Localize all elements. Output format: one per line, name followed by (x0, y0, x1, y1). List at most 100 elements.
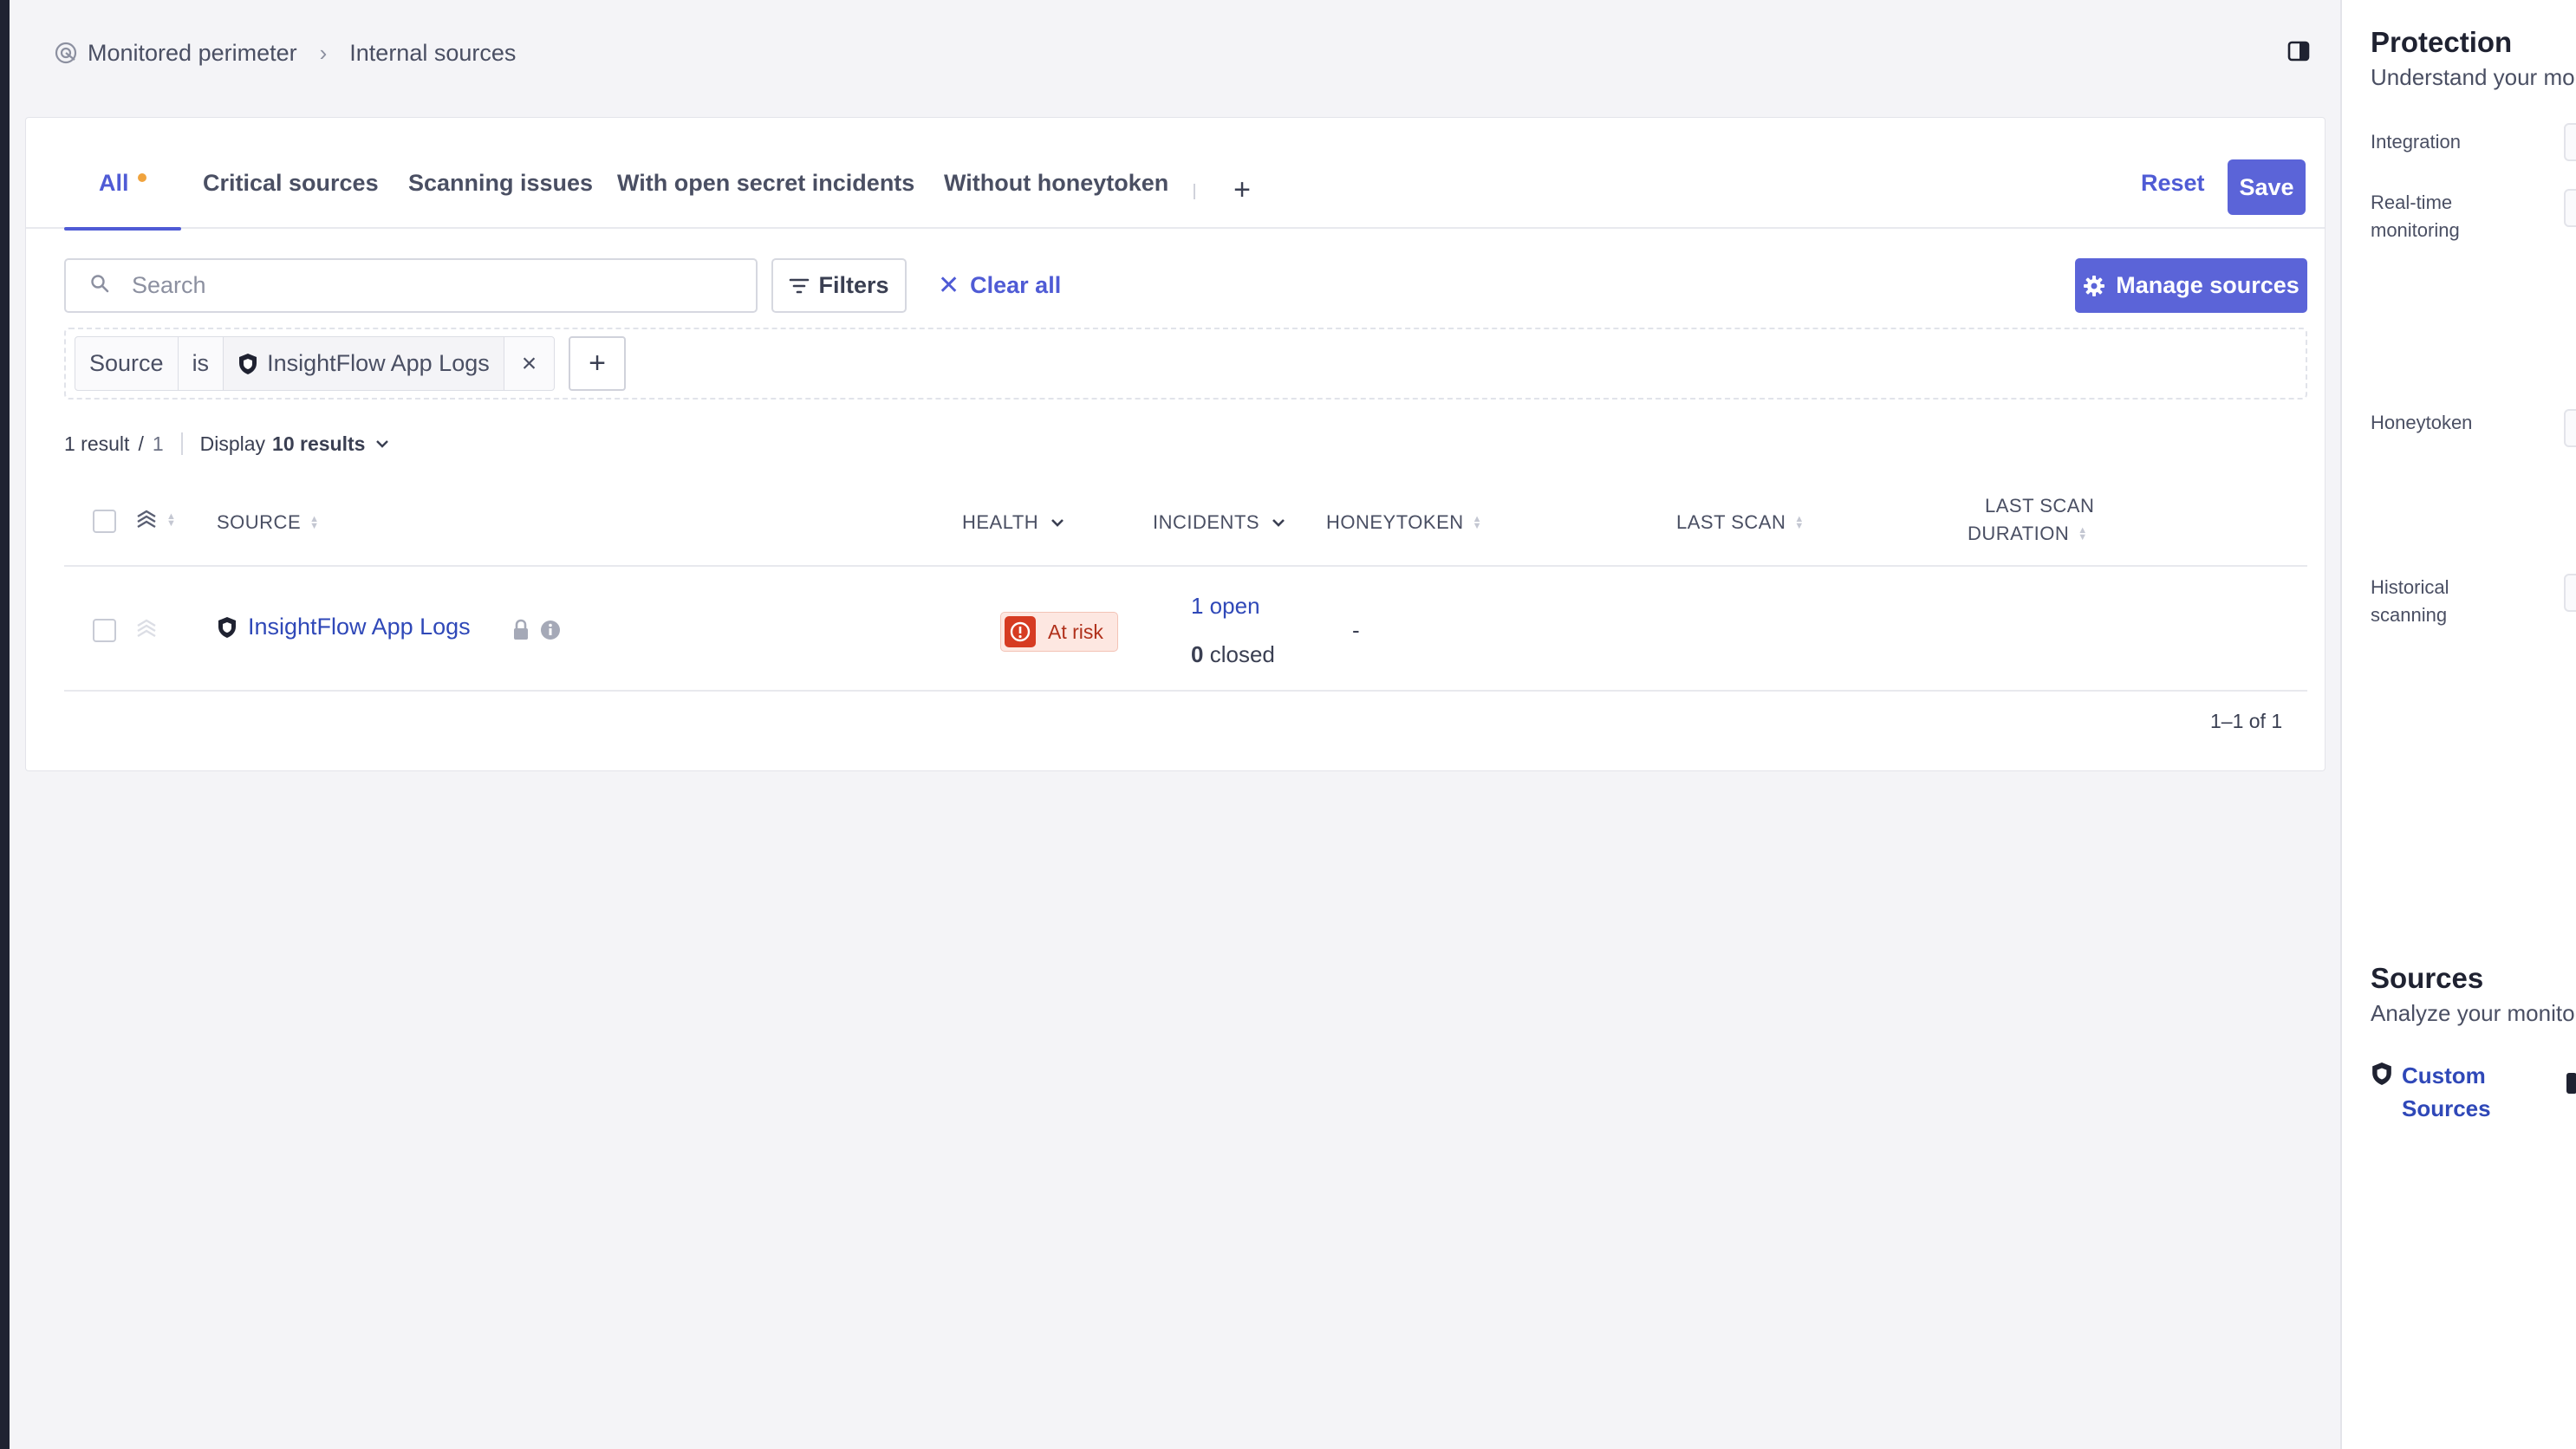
sort-icon[interactable]: ▲ ▼ (1794, 515, 1804, 531)
result-count: 1 result (64, 432, 130, 455)
source-name: InsightFlow App Logs (248, 614, 471, 640)
realtime-monitoring-status-box (2564, 189, 2576, 227)
tab-scanning-issues[interactable]: Scanning issues (408, 170, 593, 229)
sources-card: All Critical sources Scanning issues Wit… (25, 117, 2326, 771)
panel-toggle-icon[interactable] (2286, 38, 2312, 64)
realtime-monitoring-label: Real-time monitoring (2371, 192, 2460, 241)
health-status-label: At risk (1048, 620, 1103, 643)
filter-chip[interactable]: Source is InsightFlow App Logs × (75, 336, 556, 391)
display-label: Display (199, 432, 266, 455)
radar-icon (53, 40, 79, 66)
integration-label: Integration (2371, 131, 2461, 153)
info-icon[interactable] (539, 619, 562, 641)
filter-chip-operator: is (179, 337, 224, 390)
save-button[interactable]: Save (2228, 159, 2306, 215)
sort-icon[interactable]: ▲ ▼ (1473, 515, 1482, 531)
display-value: 10 results (272, 432, 366, 455)
search-icon (90, 274, 109, 297)
protection-side-panel: Protection Understand your mo Integratio… (2340, 0, 2576, 1449)
criticality-icon (137, 619, 156, 638)
pagination-info: 1–1 of 1 (2210, 710, 2283, 732)
sort-icon[interactable]: ▲ ▼ (309, 515, 319, 531)
shield-logo-icon (218, 616, 236, 638)
protection-subtitle: Understand your mo (2371, 64, 2575, 90)
historical-scanning-label: Historical scanning (2371, 576, 2449, 626)
custom-sources-label: Custom Sources (2402, 1062, 2491, 1121)
historical-scanning-status-box (2564, 574, 2576, 612)
last-scan-duration-label-1: LAST SCAN (1985, 495, 2095, 517)
chevron-down-icon (376, 440, 389, 448)
left-rail (0, 0, 10, 1449)
breadcrumb-separator: › (319, 39, 328, 66)
reset-button[interactable]: Reset (2141, 170, 2205, 197)
filter-chip-value[interactable]: InsightFlow App Logs (224, 337, 504, 390)
tab-critical-sources[interactable]: Critical sources (203, 170, 379, 229)
close-icon: ✕ (938, 271, 960, 300)
result-separator: / (138, 432, 144, 455)
clear-all-button[interactable]: ✕ Clear all (938, 258, 1061, 313)
search-input[interactable] (132, 272, 738, 299)
open-incidents-link[interactable]: 1 open (1191, 593, 1260, 620)
add-tab-button[interactable]: + (1226, 173, 1259, 206)
sort-icon[interactable]: ▲ ▼ (2078, 526, 2087, 543)
alert-icon (1005, 616, 1036, 647)
main-content: Monitored perimeter › Internal sources A… (10, 0, 2340, 1449)
search-box (64, 258, 758, 313)
table-row[interactable]: InsightFlow App Logs At risk 1 open 0 cl… (64, 569, 2307, 692)
tab-without-honeytoken[interactable]: Without honeytoken (944, 170, 1168, 229)
result-divider (180, 432, 183, 455)
filter-chip-remove-button[interactable]: × (504, 337, 555, 390)
shield-logo-icon (2372, 1062, 2391, 1085)
filter-chip-value-label: InsightFlow App Logs (267, 350, 490, 376)
gear-icon (2084, 275, 2105, 296)
add-filter-button[interactable]: + (569, 336, 626, 391)
shield-logo-icon (239, 353, 257, 374)
manage-sources-button[interactable]: Manage sources (2075, 258, 2307, 313)
honeytoken-column-label: HONEYTOKEN (1326, 511, 1464, 533)
tab-open-secret-incidents[interactable]: With open secret incidents (617, 170, 914, 229)
last-scan-duration-column-header[interactable]: LAST SCAN DURATION ▲ ▼ (1968, 492, 2094, 548)
active-filters-area: Source is InsightFlow App Logs × + (64, 328, 2307, 400)
breadcrumb-root[interactable]: Monitored perimeter (53, 40, 297, 67)
incidents-column-label: INCIDENTS (1153, 511, 1260, 533)
breadcrumb-current: Internal sources (349, 39, 517, 66)
criticality-icon (137, 510, 156, 529)
sort-icon[interactable]: ▲ ▼ (166, 512, 176, 529)
result-summary: 1 result / 1 Display 10 results (64, 426, 391, 461)
last-scan-duration-label-2: DURATION (1968, 523, 2070, 544)
closed-incidents: 0 closed (1191, 641, 1275, 668)
result-total: 1 (152, 432, 164, 455)
honeytoken-value: - (1352, 617, 1360, 643)
last-scan-column-header[interactable]: LAST SCAN ▲ ▼ (1676, 511, 1805, 534)
lock-icon (514, 619, 528, 640)
clear-all-label: Clear all (970, 272, 1062, 298)
incidents-column-header[interactable]: INCIDENTS (1153, 511, 1287, 534)
tab-divider (1194, 184, 1195, 199)
filter-icon (790, 278, 810, 293)
source-column-header[interactable]: SOURCE ▲ ▼ (217, 511, 320, 534)
honeytoken-column-header[interactable]: HONEYTOKEN ▲ ▼ (1326, 511, 1482, 534)
manage-sources-label: Manage sources (2116, 272, 2300, 298)
filters-button[interactable]: Filters (771, 258, 907, 313)
custom-sources-link[interactable]: Custom Sources (2371, 1059, 2506, 1125)
protection-title: Protection (2371, 26, 2513, 58)
source-column-label: SOURCE (217, 511, 302, 533)
select-all-checkbox[interactable] (93, 510, 116, 533)
health-column-header[interactable]: HEALTH (962, 511, 1066, 534)
honeytoken-status-box (2564, 409, 2576, 447)
honeytoken-label: Honeytoken (2371, 412, 2473, 433)
criticality-column-header[interactable]: ▲ ▼ (135, 508, 176, 532)
breadcrumb: Monitored perimeter › Internal sources (53, 33, 516, 73)
filters-label: Filters (818, 272, 889, 298)
display-count-select[interactable]: Display 10 results (200, 432, 392, 456)
source-link[interactable]: InsightFlow App Logs (217, 614, 471, 640)
last-scan-column-label: LAST SCAN (1676, 511, 1786, 533)
breadcrumb-root-label: Monitored perimeter (88, 39, 297, 66)
row-checkbox[interactable] (93, 619, 116, 642)
filter-chip-field: Source (75, 337, 179, 390)
tab-all[interactable]: All (64, 170, 180, 231)
chevron-down-icon (1272, 519, 1285, 527)
table-header: ▲ ▼ SOURCE ▲ ▼ HEALTH INCIDENTS HONEYTOKEN… (64, 477, 2307, 567)
sources-subtitle: Analyze your monito (2371, 1000, 2575, 1026)
tab-bar: All Critical sources Scanning issues Wit… (26, 118, 2325, 231)
